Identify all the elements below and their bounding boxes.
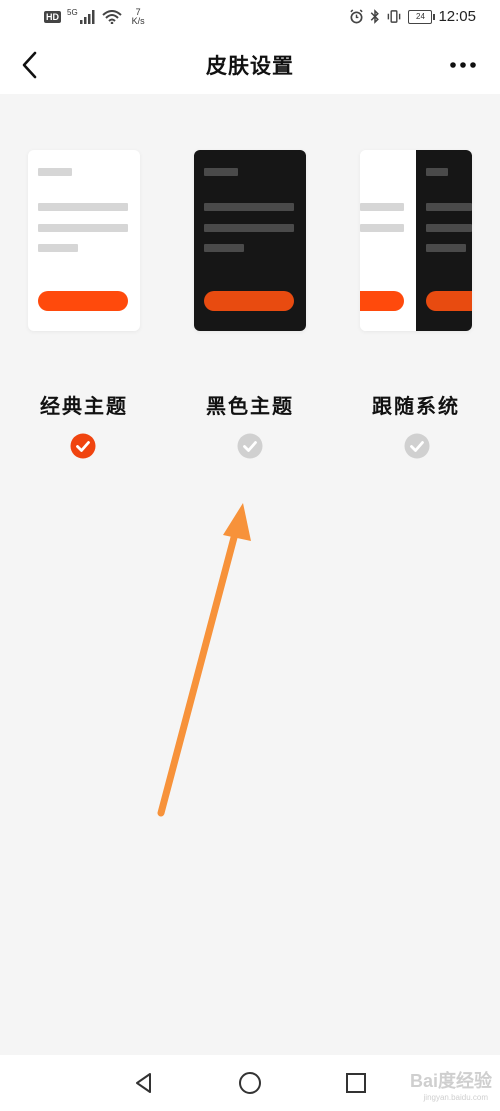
preview-button <box>38 291 128 311</box>
status-bar: HD 5G 7 K/s 24 12:05 <box>0 0 500 36</box>
preview-bar <box>426 224 472 232</box>
preview-bar <box>38 203 128 211</box>
clock: 12:05 <box>438 8 476 25</box>
preview-bar <box>204 168 238 176</box>
preview-bar <box>204 244 244 252</box>
preview-bar <box>360 203 404 211</box>
more-options-button[interactable] <box>448 56 478 74</box>
nav-recents-square-icon[interactable] <box>342 1069 370 1097</box>
vibrate-icon <box>388 10 401 23</box>
theme-card-follow-system[interactable] <box>360 150 472 331</box>
split-dark-half <box>416 150 472 331</box>
page-title: 皮肤设置 <box>206 53 294 78</box>
preview-bar <box>360 224 404 232</box>
theme-card-classic[interactable] <box>28 150 140 331</box>
preview-bar <box>38 168 72 176</box>
battery-indicator: 24 <box>408 9 436 24</box>
watermark-url: jingyan.baidu.com <box>423 1093 488 1102</box>
split-light-half <box>360 150 416 331</box>
preview-bar <box>426 244 466 252</box>
check-circle-icon-unselected[interactable] <box>237 433 263 459</box>
nav-home-circle-icon[interactable] <box>236 1069 264 1097</box>
more-dots-icon <box>450 62 476 68</box>
preview-bar <box>38 224 128 232</box>
watermark-logo: Bai度经验 <box>409 1071 492 1091</box>
preview-bar <box>38 244 78 252</box>
alarm-icon <box>350 9 364 24</box>
check-circle-icon-unselected[interactable] <box>404 433 430 459</box>
preview-bar <box>204 224 294 232</box>
bluetooth-icon <box>371 9 380 24</box>
status-right: 24 12:05 <box>349 8 476 25</box>
theme-label-black[interactable]: 黑色主题 <box>190 390 310 419</box>
network-speed: 7 K/s <box>132 8 145 26</box>
check-circle-icon-selected[interactable] <box>70 433 96 459</box>
theme-card-black[interactable] <box>194 150 306 331</box>
hd-badge: HD <box>44 11 61 23</box>
wifi-icon <box>102 10 122 24</box>
network-type: 5G <box>67 7 78 17</box>
preview-button <box>204 291 294 311</box>
preview-button <box>360 291 404 311</box>
nav-back-triangle-icon[interactable] <box>130 1069 158 1097</box>
status-left: HD 5G 7 K/s <box>44 8 145 26</box>
signal-icon <box>79 10 95 24</box>
theme-label-classic[interactable]: 经典主题 <box>24 390 144 419</box>
theme-label-follow-system[interactable]: 跟随系统 <box>356 390 476 419</box>
preview-bar <box>426 168 448 176</box>
preview-button <box>426 291 472 311</box>
nav-header: 皮肤设置 <box>0 36 500 94</box>
preview-bar <box>426 203 472 211</box>
speed-unit: K/s <box>131 16 145 26</box>
system-nav-bar: Bai度经验 jingyan.baidu.com <box>0 1055 500 1111</box>
preview-bar <box>204 203 294 211</box>
